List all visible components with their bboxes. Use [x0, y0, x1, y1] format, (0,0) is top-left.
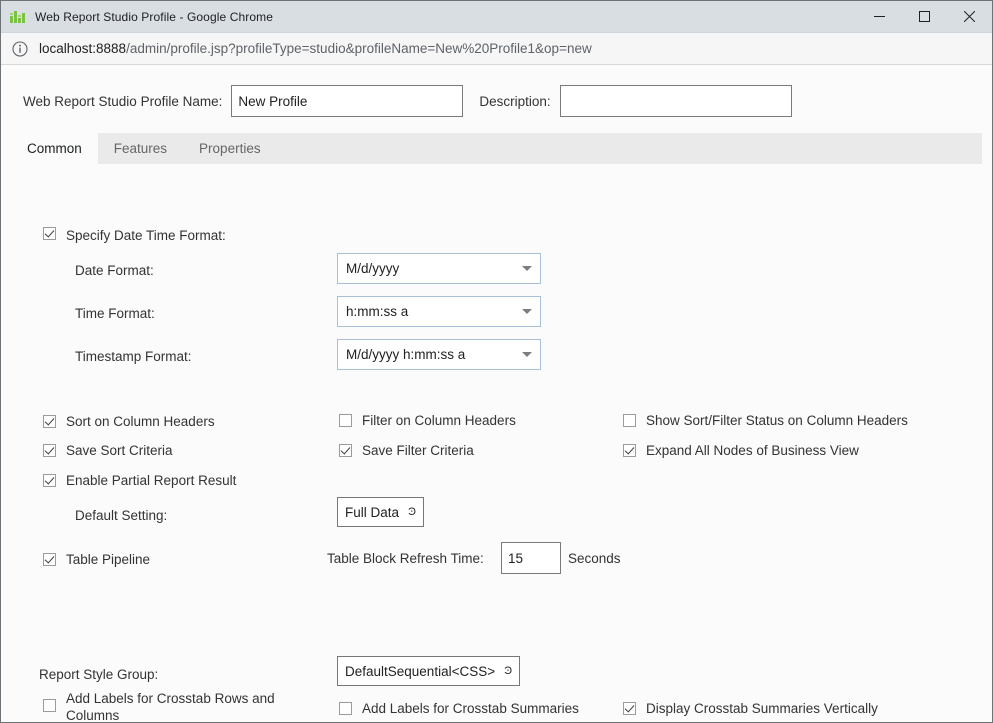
time-format-label: Time Format:: [75, 306, 155, 321]
specify-datetime-format-checkbox[interactable]: [43, 227, 56, 240]
title-bar: Web Report Studio Profile - Google Chrom…: [1, 1, 992, 33]
default-setting-label: Default Setting:: [75, 508, 167, 523]
specify-datetime-format-label: Specify Date Time Format:: [66, 227, 226, 244]
bar-chart-favicon: [10, 9, 26, 25]
window-controls: [857, 1, 992, 32]
display-crosstab-summaries-vertically-label: Display Crosstab Summaries Vertically: [646, 700, 878, 717]
add-labels-crosstab-rows-columns-checkbox[interactable]: [43, 699, 56, 712]
table-block-refresh-label: Table Block Refresh Time:: [327, 551, 484, 566]
sort-on-column-headers-checkbox[interactable]: [43, 415, 56, 428]
default-setting-value: Full Data: [345, 505, 399, 520]
window-title: Web Report Studio Profile - Google Chrom…: [35, 10, 857, 24]
table-block-refresh-input[interactable]: [501, 542, 561, 574]
url-path: /admin/profile.jsp?profileType=studio&pr…: [126, 41, 592, 56]
minimize-button[interactable]: [857, 1, 902, 32]
chevron-down-icon: Ͽ: [504, 666, 512, 677]
save-sort-criteria-label: Save Sort Criteria: [66, 442, 173, 459]
show-sort-filter-status-label: Show Sort/Filter Status on Column Header…: [646, 412, 908, 429]
add-labels-crosstab-summaries-checkbox[interactable]: [339, 702, 352, 715]
chevron-down-icon: Ͽ: [408, 507, 416, 518]
date-format-label: Date Format:: [75, 263, 154, 278]
expand-all-nodes-label: Expand All Nodes of Business View: [646, 442, 859, 459]
close-button[interactable]: [947, 1, 992, 32]
display-crosstab-summaries-vertically-checkbox[interactable]: [623, 702, 636, 715]
timestamp-format-value: M/d/yyyy h:mm:ss a: [346, 347, 514, 362]
browser-window: Web Report Studio Profile - Google Chrom…: [0, 0, 993, 723]
add-labels-crosstab-summaries-row[interactable]: Add Labels for Crosstab Summaries: [339, 700, 579, 717]
tab-common[interactable]: Common: [11, 133, 98, 164]
date-format-value: M/d/yyyy: [346, 261, 514, 276]
filter-on-column-headers-checkbox[interactable]: [339, 414, 352, 427]
tab-features-label: Features: [114, 141, 167, 156]
save-sort-criteria-row[interactable]: Save Sort Criteria: [43, 442, 173, 459]
add-labels-crosstab-summaries-label: Add Labels for Crosstab Summaries: [362, 700, 579, 717]
profile-name-label: Web Report Studio Profile Name:: [23, 94, 222, 109]
profile-name-input[interactable]: [231, 85, 463, 117]
timestamp-format-dropdown[interactable]: M/d/yyyy h:mm:ss a: [337, 339, 541, 370]
tab-strip: Common Features Properties: [11, 133, 982, 164]
profile-header-row: Web Report Studio Profile Name: Descript…: [1, 65, 992, 117]
save-filter-criteria-label: Save Filter Criteria: [362, 442, 474, 459]
table-pipeline-label: Table Pipeline: [66, 551, 150, 568]
chevron-down-icon: [522, 266, 532, 271]
filter-on-column-headers-row[interactable]: Filter on Column Headers: [339, 412, 516, 429]
report-style-group-value: DefaultSequential<CSS>: [345, 664, 495, 679]
chevron-down-icon: [522, 352, 532, 357]
specify-datetime-format-row[interactable]: Specify Date Time Format:: [43, 227, 226, 244]
save-sort-criteria-checkbox[interactable]: [43, 444, 56, 457]
timestamp-format-label: Timestamp Format:: [75, 349, 192, 364]
description-label: Description:: [479, 94, 550, 109]
maximize-button[interactable]: [902, 1, 947, 32]
address-bar[interactable]: localhost:8888/admin/profile.jsp?profile…: [1, 33, 992, 65]
report-style-group-dropdown[interactable]: DefaultSequential<CSS> Ͽ: [337, 656, 520, 686]
url-host: localhost:8888: [39, 41, 126, 56]
sort-on-column-headers-row[interactable]: Sort on Column Headers: [43, 413, 215, 430]
save-filter-criteria-row[interactable]: Save Filter Criteria: [339, 442, 474, 459]
enable-partial-report-result-checkbox[interactable]: [43, 474, 56, 487]
default-setting-dropdown[interactable]: Full Data Ͽ: [337, 497, 424, 527]
tab-features[interactable]: Features: [98, 133, 183, 164]
tab-properties-label: Properties: [199, 141, 261, 156]
table-pipeline-checkbox[interactable]: [43, 553, 56, 566]
tab-properties[interactable]: Properties: [183, 133, 277, 164]
save-filter-criteria-checkbox[interactable]: [339, 444, 352, 457]
chevron-down-icon: [522, 309, 532, 314]
add-labels-crosstab-rows-columns-row[interactable]: Add Labels for Crosstab Rows and Columns: [43, 690, 298, 722]
display-crosstab-summaries-vertically-row[interactable]: Display Crosstab Summaries Vertically: [623, 700, 878, 717]
info-circle-icon[interactable]: [12, 41, 28, 57]
report-style-group-label: Report Style Group:: [39, 667, 158, 682]
show-sort-filter-status-checkbox[interactable]: [623, 414, 636, 427]
tab-common-label: Common: [27, 141, 82, 156]
enable-partial-report-result-row[interactable]: Enable Partial Report Result: [43, 472, 236, 489]
show-sort-filter-status-row[interactable]: Show Sort/Filter Status on Column Header…: [623, 412, 908, 429]
description-input[interactable]: [560, 85, 792, 117]
enable-partial-report-result-label: Enable Partial Report Result: [66, 472, 236, 489]
date-format-dropdown[interactable]: M/d/yyyy: [337, 253, 541, 284]
expand-all-nodes-checkbox[interactable]: [623, 444, 636, 457]
sort-on-column-headers-label: Sort on Column Headers: [66, 413, 215, 430]
expand-all-nodes-row[interactable]: Expand All Nodes of Business View: [623, 442, 859, 459]
add-labels-crosstab-rows-columns-label: Add Labels for Crosstab Rows and Columns: [66, 690, 284, 722]
url-text[interactable]: localhost:8888/admin/profile.jsp?profile…: [39, 41, 592, 56]
time-format-dropdown[interactable]: h:mm:ss a: [337, 296, 541, 327]
page-content: Web Report Studio Profile Name: Descript…: [1, 65, 992, 722]
table-block-refresh-unit: Seconds: [568, 551, 621, 566]
table-pipeline-row[interactable]: Table Pipeline: [43, 551, 150, 568]
filter-on-column-headers-label: Filter on Column Headers: [362, 412, 516, 429]
time-format-value: h:mm:ss a: [346, 304, 514, 319]
